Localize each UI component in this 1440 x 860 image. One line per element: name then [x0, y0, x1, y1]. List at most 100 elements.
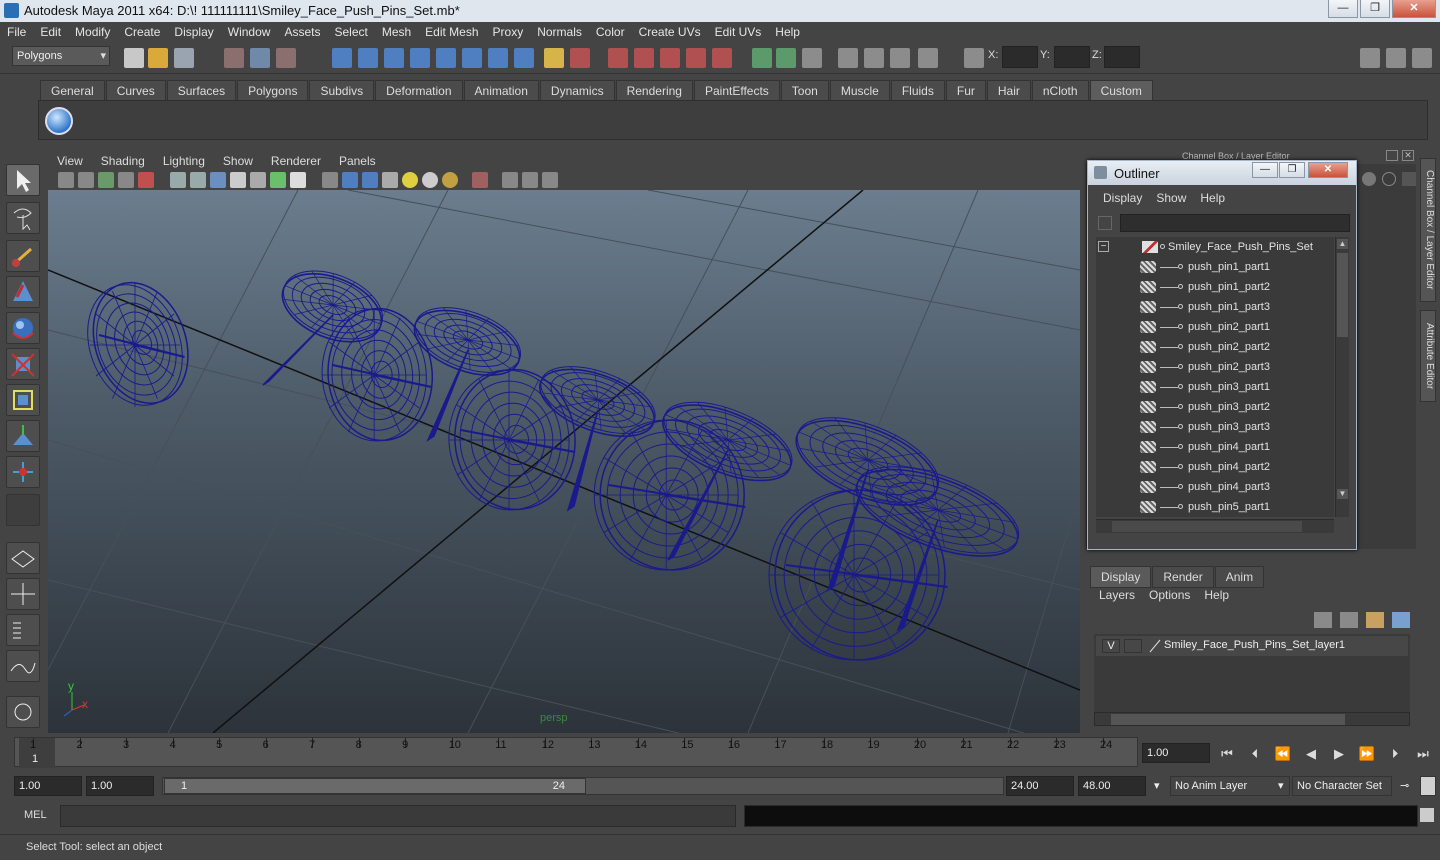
gate-mask-icon[interactable]: [210, 172, 226, 188]
shelf-tab-fluids[interactable]: Fluids: [890, 80, 945, 100]
outliner-item[interactable]: push_pin3_part1: [1096, 377, 1334, 397]
open-scene-icon[interactable]: [148, 48, 168, 68]
play-forward-icon[interactable]: ▶: [1328, 746, 1350, 764]
current-frame-marker[interactable]: 1: [19, 738, 55, 768]
viewport-menu-panels[interactable]: Panels: [330, 154, 385, 168]
save-scene-icon[interactable]: [174, 48, 194, 68]
scale-tool-icon[interactable]: [6, 348, 40, 380]
layer-tab-anim[interactable]: Anim: [1214, 566, 1265, 588]
menu-assets[interactable]: Assets: [277, 25, 327, 39]
layer-menu-options[interactable]: Options: [1142, 588, 1197, 602]
field-chart-icon[interactable]: [230, 172, 246, 188]
scene-end-field[interactable]: 48.00: [1078, 776, 1146, 796]
snap-curve-icon[interactable]: [358, 48, 378, 68]
select-component-icon[interactable]: [276, 48, 296, 68]
playback-end-field[interactable]: 24.00: [1006, 776, 1074, 796]
outliner-layout-icon[interactable]: [6, 614, 40, 646]
move-tool-icon[interactable]: [6, 276, 40, 308]
texture-icon[interactable]: [290, 172, 306, 188]
playback-start-field[interactable]: 1.00: [86, 776, 154, 796]
move-layer-down-icon[interactable]: [1340, 612, 1358, 628]
new-layer-icon[interactable]: [1366, 612, 1384, 628]
outliner-close-button[interactable]: ✕: [1308, 162, 1348, 178]
perspective-viewport[interactable]: y x persp: [48, 190, 1080, 733]
hypershade-icon[interactable]: [686, 48, 706, 68]
step-back-key-icon[interactable]: ⏴: [1244, 746, 1266, 764]
transform-icon[interactable]: [964, 48, 984, 68]
new-layer-selected-icon[interactable]: [1392, 612, 1410, 628]
sidebar-toggle-icon[interactable]: [802, 48, 822, 68]
shelf-tab-fur[interactable]: Fur: [945, 80, 986, 100]
scroll-thumb[interactable]: [1337, 253, 1348, 337]
tab-attribute-editor[interactable]: Attribute Editor: [1420, 310, 1436, 402]
paint-select-tool-icon[interactable]: [6, 240, 40, 272]
scroll-up-icon[interactable]: ▲: [1337, 239, 1348, 249]
menu-select[interactable]: Select: [327, 25, 374, 39]
viewport-menu-lighting[interactable]: Lighting: [154, 154, 214, 168]
grid-toggle-icon[interactable]: [138, 172, 154, 188]
menu-display[interactable]: Display: [167, 25, 220, 39]
go-to-end-icon[interactable]: ⏭: [1412, 746, 1434, 764]
menu-create[interactable]: Create: [117, 25, 167, 39]
menu-help[interactable]: Help: [768, 25, 807, 39]
outliner-horizontal-scrollbar[interactable]: [1096, 519, 1334, 533]
snap-surface-icon[interactable]: [436, 48, 456, 68]
shelf-tab-animation[interactable]: Animation: [463, 80, 539, 100]
outliner-menu-help[interactable]: Help: [1193, 191, 1232, 205]
mel-input[interactable]: [60, 805, 736, 827]
menu-color[interactable]: Color: [589, 25, 632, 39]
select-tool-icon[interactable]: [6, 164, 40, 196]
select-object-icon[interactable]: [250, 48, 270, 68]
shelf-tab-deformation[interactable]: Deformation: [375, 80, 463, 100]
close-button[interactable]: ✕: [1392, 0, 1436, 18]
camera-attributes-icon[interactable]: [78, 172, 94, 188]
menu-file[interactable]: File: [0, 25, 33, 39]
image-plane-icon[interactable]: [118, 172, 134, 188]
outliner-menu-display[interactable]: Display: [1096, 191, 1149, 205]
show-manipulator-icon[interactable]: [6, 456, 40, 488]
script-editor-icon[interactable]: [1420, 808, 1434, 822]
layer-tab-display[interactable]: Display: [1090, 566, 1152, 588]
menu-edit-uvs[interactable]: Edit UVs: [708, 25, 769, 39]
help-icon[interactable]: [514, 48, 534, 68]
checkmark-icon[interactable]: [45, 107, 73, 135]
shelf-tab-polygons[interactable]: Polygons: [237, 80, 309, 100]
shelf-tab-dynamics[interactable]: Dynamics: [539, 80, 615, 100]
menu-normals[interactable]: Normals: [530, 25, 589, 39]
render-settings-icon[interactable]: [660, 48, 680, 68]
auto-key-icon[interactable]: [1420, 776, 1436, 796]
snap-grid-icon[interactable]: [332, 48, 352, 68]
wireframe-on-shaded-icon[interactable]: [362, 172, 378, 188]
film-gate-icon[interactable]: [170, 172, 186, 188]
outliner-search-input[interactable]: [1120, 214, 1350, 232]
menu-set-dropdown[interactable]: Polygons: [12, 46, 110, 66]
construction-history-icon[interactable]: [570, 48, 590, 68]
graph-layout-icon[interactable]: [6, 650, 40, 682]
textured-icon[interactable]: [382, 172, 398, 188]
viewport-menu-renderer[interactable]: Renderer: [262, 154, 330, 168]
lasso-tool-icon[interactable]: [6, 202, 40, 234]
layer-playback-toggle[interactable]: [1124, 639, 1142, 653]
close-panel-icon[interactable]: ✕: [1402, 150, 1414, 161]
filter-icon[interactable]: [1098, 216, 1112, 230]
lock-icon[interactable]: [544, 48, 564, 68]
scroll-down-icon[interactable]: ▼: [1337, 489, 1348, 499]
shelf-tab-muscle[interactable]: Muscle: [829, 80, 890, 100]
tool-settings-toggle-icon[interactable]: [1412, 48, 1432, 68]
menu-create-uvs[interactable]: Create UVs: [632, 25, 708, 39]
outliner-titlebar[interactable]: Outliner — ❐ ✕: [1088, 161, 1356, 185]
rotate-tool-icon[interactable]: [6, 312, 40, 344]
outliner-maximize-button[interactable]: ❐: [1279, 162, 1305, 178]
shelf-tab-rendering[interactable]: Rendering: [615, 80, 693, 100]
render-frame-icon[interactable]: [608, 48, 628, 68]
outliner-item[interactable]: push_pin3_part3: [1096, 417, 1334, 437]
safe-title-icon[interactable]: [270, 172, 286, 188]
range-thumb[interactable]: 1 24: [164, 778, 586, 794]
xray-joints-icon[interactable]: [522, 172, 538, 188]
render-globals-icon[interactable]: [890, 48, 910, 68]
shelf-tab-surfaces[interactable]: Surfaces: [166, 80, 237, 100]
hscroll-thumb[interactable]: [1112, 521, 1302, 532]
menu-edit-mesh[interactable]: Edit Mesh: [418, 25, 485, 39]
viewport-menu-view[interactable]: View: [48, 154, 92, 168]
step-back-frame-icon[interactable]: ⏪: [1272, 746, 1294, 764]
